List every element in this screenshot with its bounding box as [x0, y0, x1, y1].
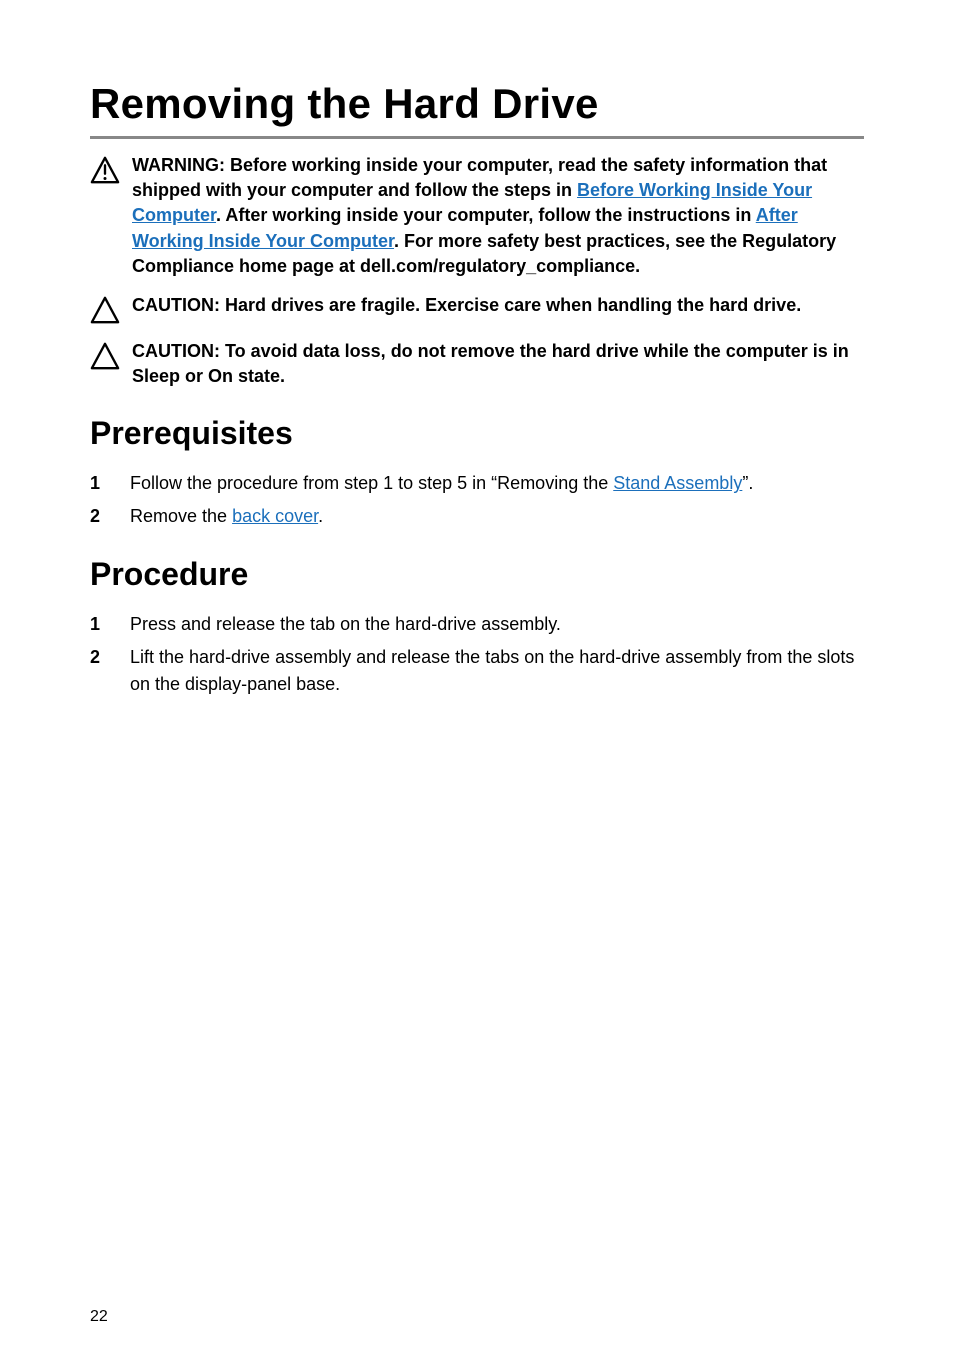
caution-icon	[90, 341, 120, 371]
prerequisites-heading: Prerequisites	[90, 415, 864, 452]
caution1-text: CAUTION: Hard drives are fragile. Exerci…	[132, 293, 864, 318]
list-item: Press and release the tab on the hard-dr…	[130, 611, 864, 638]
prereq2-pre: Remove the	[130, 506, 232, 526]
procedure-list: Press and release the tab on the hard-dr…	[90, 611, 864, 698]
prereq2-post: .	[318, 506, 323, 526]
caution2-block: CAUTION: To avoid data loss, do not remo…	[90, 339, 864, 389]
page-title: Removing the Hard Drive	[90, 80, 864, 139]
list-item: Lift the hard-drive assembly and release…	[130, 644, 864, 698]
procedure-heading: Procedure	[90, 556, 864, 593]
prerequisites-list: Follow the procedure from step 1 to step…	[90, 470, 864, 530]
prereq1-post: ”.	[742, 473, 753, 493]
prereq1-pre: Follow the procedure from step 1 to step…	[130, 473, 613, 493]
warning-icon	[90, 155, 120, 185]
warning-block: WARNING: Before working inside your comp…	[90, 153, 864, 279]
page-number: 22	[90, 1308, 108, 1326]
link-stand-assembly[interactable]: Stand Assembly	[613, 473, 742, 493]
warning-text: WARNING: Before working inside your comp…	[132, 153, 864, 279]
list-item: Remove the back cover.	[130, 503, 864, 530]
caution2-text: CAUTION: To avoid data loss, do not remo…	[132, 339, 864, 389]
caution-icon	[90, 295, 120, 325]
caution1-block: CAUTION: Hard drives are fragile. Exerci…	[90, 293, 864, 325]
list-item: Follow the procedure from step 1 to step…	[130, 470, 864, 497]
warning-mid1: . After working inside your computer, fo…	[216, 205, 756, 225]
link-back-cover[interactable]: back cover	[232, 506, 318, 526]
